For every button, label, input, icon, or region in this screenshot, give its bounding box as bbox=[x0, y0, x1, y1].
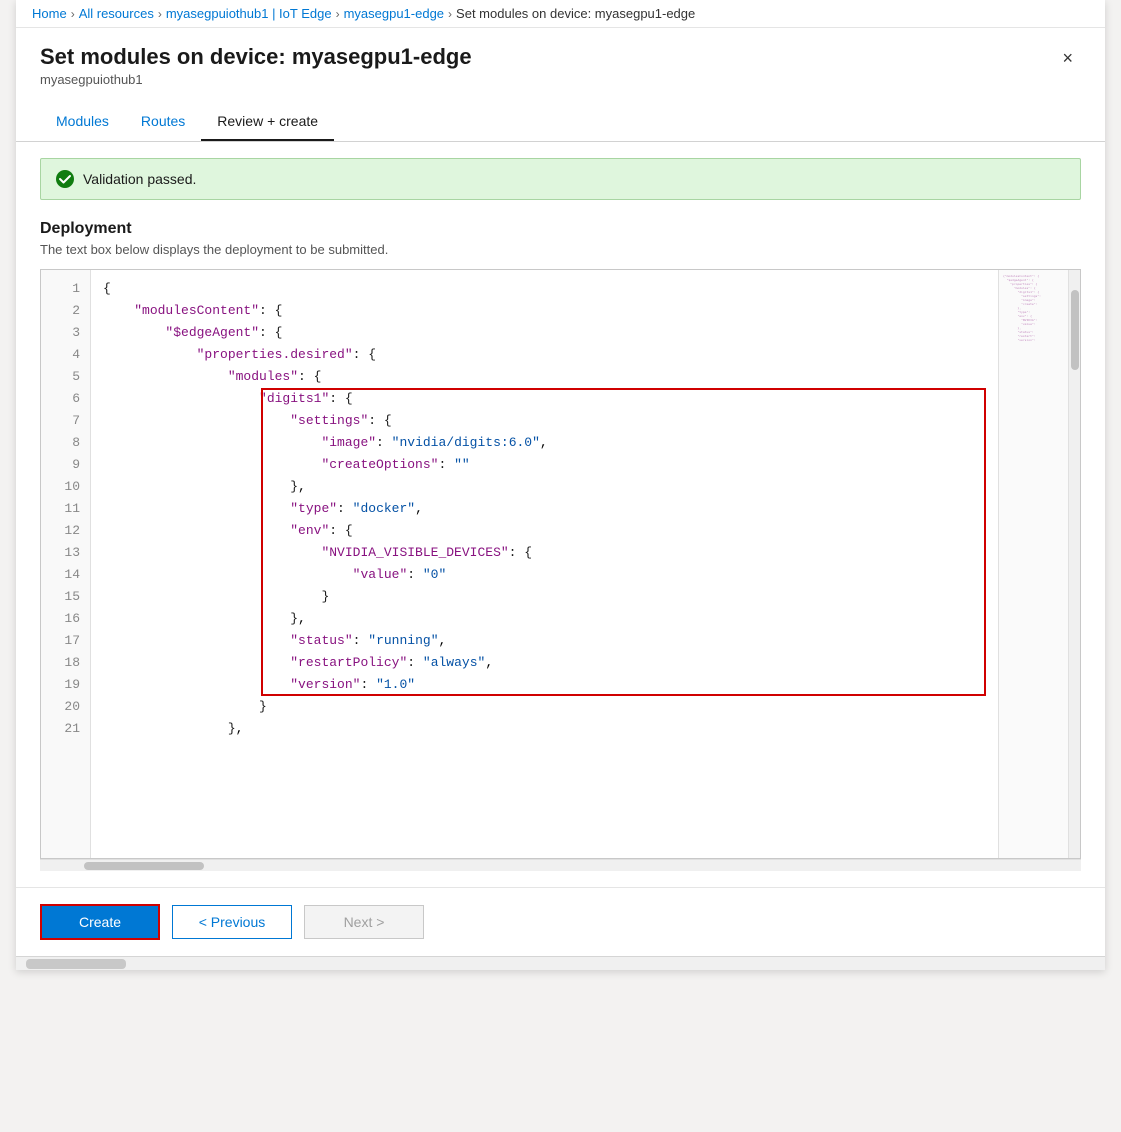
line-num-13: 13 bbox=[41, 542, 90, 564]
line-num-12: 12 bbox=[41, 520, 90, 542]
deployment-desc: The text box below displays the deployme… bbox=[40, 242, 1081, 257]
code-line-6: "digits1": { bbox=[91, 388, 998, 410]
breadcrumb-sep-4: › bbox=[448, 7, 452, 21]
code-line-1: { bbox=[91, 278, 998, 300]
code-line-19: "version": "1.0" bbox=[91, 674, 998, 696]
validation-text: Validation passed. bbox=[83, 171, 196, 187]
deployment-title: Deployment bbox=[40, 220, 1081, 238]
code-line-7: "settings": { bbox=[91, 410, 998, 432]
line-num-7: 7 bbox=[41, 410, 90, 432]
code-line-3: "$edgeAgent": { bbox=[91, 322, 998, 344]
code-editor[interactable]: 1 2 3 4 5 6 7 8 9 10 11 12 13 14 15 16 1… bbox=[40, 269, 1081, 859]
previous-button[interactable]: < Previous bbox=[172, 905, 292, 939]
line-num-3: 3 bbox=[41, 322, 90, 344]
code-line-14: "value": "0" bbox=[91, 564, 998, 586]
code-horizontal-scrollbar[interactable] bbox=[40, 859, 1081, 871]
line-num-19: 19 bbox=[41, 674, 90, 696]
line-num-1: 1 bbox=[41, 278, 90, 300]
code-line-12: "env": { bbox=[91, 520, 998, 542]
outer-horizontal-scrollbar[interactable] bbox=[16, 956, 1105, 970]
breadcrumb-current: Set modules on device: myasegpu1-edge bbox=[456, 6, 695, 21]
line-num-17: 17 bbox=[41, 630, 90, 652]
next-button: Next > bbox=[304, 905, 424, 939]
breadcrumb-sep-3: › bbox=[336, 7, 340, 21]
page-header: Set modules on device: myasegpu1-edge my… bbox=[16, 28, 1105, 95]
code-line-10: }, bbox=[91, 476, 998, 498]
tab-bar: Modules Routes Review + create bbox=[16, 103, 1105, 142]
deployment-section: Deployment The text box below displays t… bbox=[40, 220, 1081, 257]
line-num-2: 2 bbox=[41, 300, 90, 322]
code-line-5: "modules": { bbox=[91, 366, 998, 388]
breadcrumb-sep-1: › bbox=[71, 7, 75, 21]
close-button[interactable]: × bbox=[1054, 44, 1081, 73]
outer-h-scroll-thumb[interactable] bbox=[26, 959, 126, 969]
validation-banner: Validation passed. bbox=[40, 158, 1081, 200]
line-num-4: 4 bbox=[41, 344, 90, 366]
code-text[interactable]: { "modulesContent": { "$edgeAgent": { "p… bbox=[91, 270, 998, 858]
main-content: Validation passed. Deployment The text b… bbox=[16, 142, 1105, 887]
code-minimap: {"modulesContent": { "$edgeAgent": { "pr… bbox=[998, 270, 1068, 858]
code-line-8: "image": "nvidia/digits:6.0", bbox=[91, 432, 998, 454]
code-line-4: "properties.desired": { bbox=[91, 344, 998, 366]
line-num-11: 11 bbox=[41, 498, 90, 520]
breadcrumb-sep-2: › bbox=[158, 7, 162, 21]
tab-review-create[interactable]: Review + create bbox=[201, 103, 334, 141]
line-num-5: 5 bbox=[41, 366, 90, 388]
tab-routes[interactable]: Routes bbox=[125, 103, 201, 141]
breadcrumb-device[interactable]: myasegpu1-edge bbox=[344, 6, 444, 21]
footer: Create < Previous Next > bbox=[16, 887, 1105, 956]
breadcrumb: Home › All resources › myasegpuiothub1 |… bbox=[16, 0, 1105, 28]
line-num-14: 14 bbox=[41, 564, 90, 586]
breadcrumb-home[interactable]: Home bbox=[32, 6, 67, 21]
code-line-17: "status": "running", bbox=[91, 630, 998, 652]
line-num-6: 6 bbox=[41, 388, 90, 410]
code-line-15: } bbox=[91, 586, 998, 608]
breadcrumb-iot-edge[interactable]: myasegpuiothub1 | IoT Edge bbox=[166, 6, 332, 21]
code-line-2: "modulesContent": { bbox=[91, 300, 998, 322]
scroll-thumb[interactable] bbox=[1071, 290, 1079, 370]
h-scroll-thumb[interactable] bbox=[84, 862, 204, 870]
line-num-21: 21 bbox=[41, 718, 90, 740]
line-num-20: 20 bbox=[41, 696, 90, 718]
main-window: Home › All resources › myasegpuiothub1 |… bbox=[16, 0, 1105, 970]
page-subtitle: myasegpuiothub1 bbox=[40, 72, 472, 87]
validation-icon bbox=[55, 169, 75, 189]
line-num-9: 9 bbox=[41, 454, 90, 476]
tab-modules[interactable]: Modules bbox=[40, 103, 125, 141]
line-num-8: 8 bbox=[41, 432, 90, 454]
line-num-10: 10 bbox=[41, 476, 90, 498]
page-title: Set modules on device: myasegpu1-edge bbox=[40, 44, 472, 70]
minimap-content: {"modulesContent": { "$edgeAgent": { "pr… bbox=[999, 270, 1068, 346]
code-line-11: "type": "docker", bbox=[91, 498, 998, 520]
code-line-18: "restartPolicy": "always", bbox=[91, 652, 998, 674]
vertical-scrollbar[interactable] bbox=[1068, 270, 1080, 858]
create-button[interactable]: Create bbox=[40, 904, 160, 940]
line-numbers: 1 2 3 4 5 6 7 8 9 10 11 12 13 14 15 16 1… bbox=[41, 270, 91, 858]
code-line-9: "createOptions": "" bbox=[91, 454, 998, 476]
line-num-15: 15 bbox=[41, 586, 90, 608]
breadcrumb-all-resources[interactable]: All resources bbox=[79, 6, 154, 21]
code-line-16: }, bbox=[91, 608, 998, 630]
header-text: Set modules on device: myasegpu1-edge my… bbox=[40, 44, 472, 87]
code-line-20: } bbox=[91, 696, 998, 718]
code-line-13: "NVIDIA_VISIBLE_DEVICES": { bbox=[91, 542, 998, 564]
line-num-16: 16 bbox=[41, 608, 90, 630]
line-num-18: 18 bbox=[41, 652, 90, 674]
code-line-21: }, bbox=[91, 718, 998, 740]
